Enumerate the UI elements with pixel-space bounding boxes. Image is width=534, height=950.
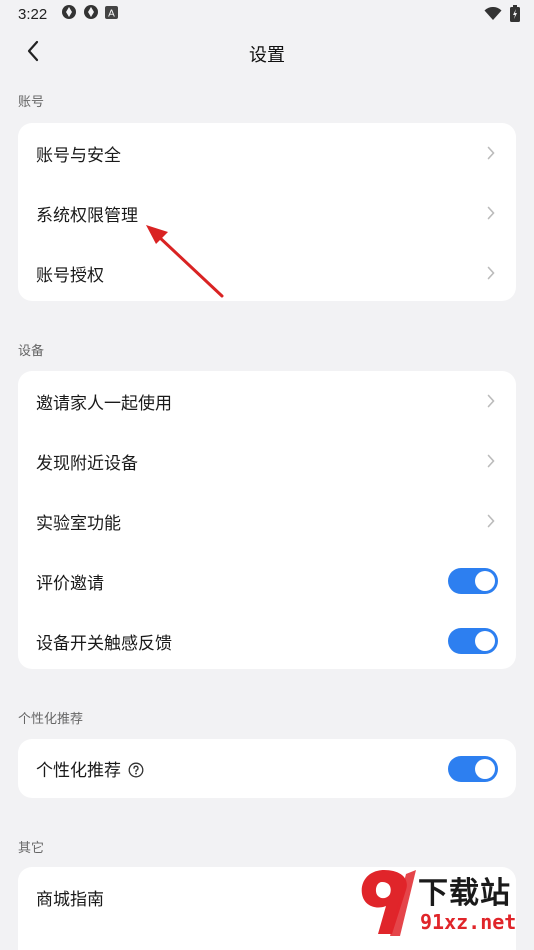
chevron-right-icon — [484, 514, 498, 528]
item-label: 邀请家人一起使用 — [36, 393, 172, 414]
svg-text:A: A — [108, 9, 115, 20]
battery-icon — [510, 5, 520, 26]
settings-item-discover-devices[interactable]: 发现附近设备 — [18, 431, 516, 491]
item-label: 评价邀请 — [36, 573, 104, 594]
section-label-personalization: 个性化推荐 — [18, 712, 84, 727]
settings-item-rating-invite: 评价邀请 — [18, 551, 516, 611]
watermark-91-icon — [361, 870, 416, 936]
item-label-wrap: 个性化推荐 — [36, 756, 448, 781]
settings-item-account-security[interactable]: 账号与安全 — [18, 123, 516, 183]
status-bar: 3:22 A — [0, 0, 534, 28]
device-card: 邀请家人一起使用 发现附近设备 实验室功能 评价邀请 设备开关触感反馈 — [18, 371, 516, 669]
chevron-right-icon — [484, 266, 498, 280]
personalized-recommendation-toggle[interactable] — [448, 755, 498, 782]
status-time: 3:22 — [18, 5, 48, 23]
settings-item-haptic-feedback: 设备开关触感反馈 — [18, 611, 516, 669]
item-label: 实验室功能 — [36, 513, 121, 534]
status-indicators — [484, 5, 520, 26]
settings-item-invite-family[interactable]: 邀请家人一起使用 — [18, 371, 516, 431]
account-card: 账号与安全 系统权限管理 账号授权 — [18, 123, 516, 301]
item-label: 系统权限管理 — [36, 205, 138, 226]
item-label: 账号授权 — [36, 265, 104, 286]
item-label: 个性化推荐 — [36, 761, 121, 781]
item-label: 设备开关触感反馈 — [36, 633, 172, 654]
settings-item-system-permissions[interactable]: 系统权限管理 — [18, 183, 516, 243]
rating-invite-toggle[interactable] — [448, 568, 498, 594]
haptic-feedback-toggle[interactable] — [448, 628, 498, 654]
toggle-knob — [475, 571, 495, 591]
chevron-right-icon — [484, 206, 498, 220]
settings-item-personalized-recommendation: 个性化推荐 — [18, 739, 516, 798]
chevron-right-icon — [484, 454, 498, 468]
section-label-account: 账号 — [18, 95, 45, 110]
watermark-brand: 下载站 — [418, 876, 511, 911]
chevron-right-icon — [484, 394, 498, 408]
settings-item-lab-features[interactable]: 实验室功能 — [18, 491, 516, 551]
watermark-site: 91xz.net — [420, 910, 517, 934]
settings-item-account-authorization[interactable]: 账号授权 — [18, 243, 516, 301]
page-title: 设置 — [249, 45, 285, 66]
help-icon[interactable] — [128, 762, 144, 778]
item-label: 账号与安全 — [36, 145, 121, 166]
personalization-card: 个性化推荐 — [18, 739, 516, 798]
app-notification-icon — [61, 4, 77, 24]
item-label: 发现附近设备 — [36, 453, 138, 474]
chevron-right-icon — [484, 146, 498, 160]
toggle-knob — [475, 758, 495, 779]
section-label-other: 其它 — [18, 841, 45, 856]
watermark-logo: 下载站 91xz.net — [356, 864, 528, 944]
title-bar: 设置 — [0, 30, 534, 76]
section-label-device: 设备 — [18, 344, 45, 359]
text-notification-icon: A — [105, 5, 119, 23]
app-notification-icon — [83, 4, 99, 24]
toggle-knob — [475, 631, 495, 651]
wifi-icon — [484, 6, 502, 25]
